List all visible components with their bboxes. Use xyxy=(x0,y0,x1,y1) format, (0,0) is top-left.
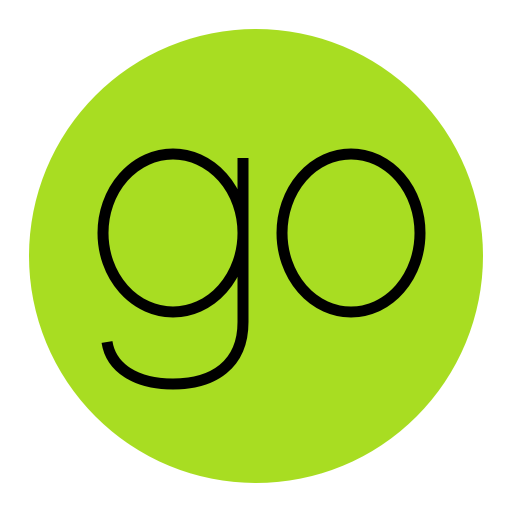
go-logo xyxy=(29,29,483,483)
app-icon-canvas: go xyxy=(0,0,512,512)
